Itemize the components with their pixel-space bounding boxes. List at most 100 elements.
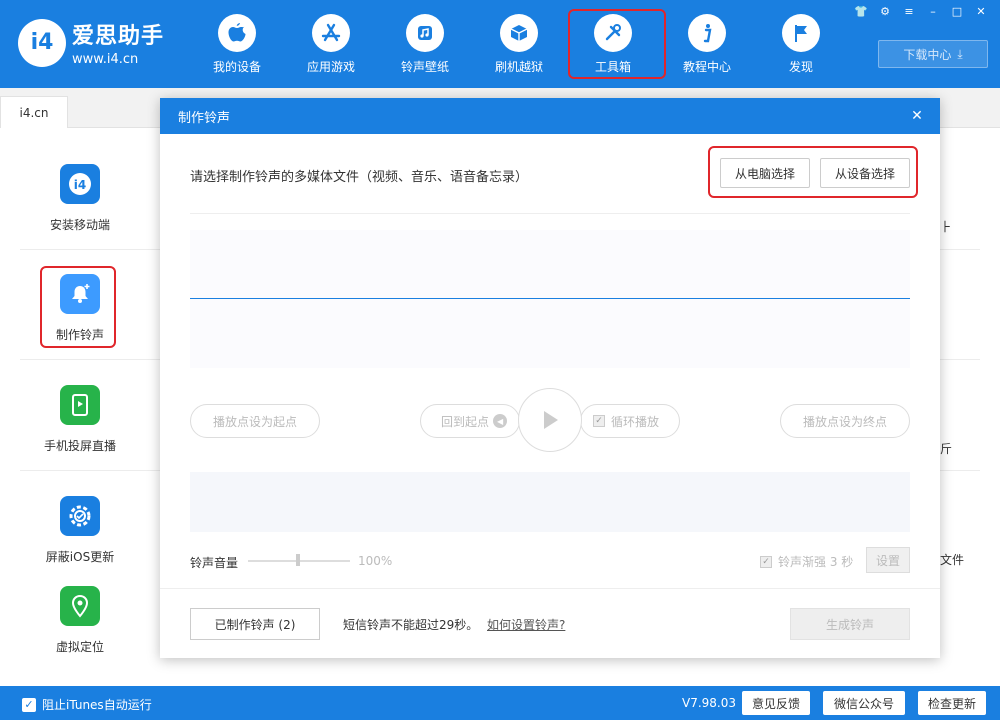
check-update-button[interactable]: 检查更新 (918, 691, 986, 715)
select-media-prompt: 请选择制作铃声的多媒体文件（视频、音乐、语音备忘录） (190, 170, 529, 185)
maximize-icon[interactable]: □ (950, 4, 964, 18)
divider (190, 213, 910, 214)
fade-in-option[interactable]: ✓ 铃声渐强 3 秒 (760, 553, 853, 570)
nav-label: 刷机越狱 (494, 59, 543, 74)
tool-label: 虚拟定位 (55, 640, 104, 654)
fade-in-checkbox[interactable]: ✓ (760, 555, 772, 568)
block-itunes-checkbox[interactable]: ✓ (22, 697, 36, 712)
select-buttons-highlight (708, 146, 918, 198)
make-ringtone-dialog: 制作铃声 ✕ 请选择制作铃声的多媒体文件（视频、音乐、语音备忘录） 从电脑选择 … (160, 98, 940, 658)
main-nav: 我的设备 应用游戏 铃声壁纸 刷机越狱 工具箱 教程中心 发现 (190, 0, 848, 88)
svg-text:i4: i4 (74, 178, 86, 192)
nav-label: 工具箱 (594, 59, 631, 74)
logo-name: 爱思助手 (72, 24, 165, 49)
minimize-icon[interactable]: – (926, 4, 940, 18)
loop-play-toggle[interactable]: ✓ 循环播放 (580, 404, 680, 438)
sms-length-note: 短信铃声不能超过29秒。 (343, 618, 479, 632)
fade-in-label: 铃声渐强 3 秒 (778, 555, 854, 569)
logo-badge: i4 (18, 18, 66, 67)
nav-label: 教程中心 (682, 59, 731, 74)
divider (940, 359, 980, 360)
location-icon (60, 586, 100, 626)
nav-tutorials[interactable]: 教程中心 (660, 0, 754, 88)
divider (20, 470, 160, 471)
download-center-button[interactable]: 下载中心 ⤓ (878, 40, 988, 68)
apple-icon (218, 13, 256, 52)
app-logo: i4 爱思助手 www.i4.cn (18, 18, 164, 67)
how-to-set-ringtone-link[interactable]: 如何设置铃声? (487, 616, 565, 633)
tool-virtual-location[interactable]: 虚拟定位 (0, 586, 160, 655)
wechat-account-button[interactable]: 微信公众号 (823, 691, 905, 715)
dialog-titlebar: 制作铃声 ✕ (160, 98, 940, 134)
nav-label: 应用游戏 (306, 59, 355, 74)
volume-value: 100% (358, 554, 393, 568)
download-icon: ⤓ (957, 46, 963, 61)
set-end-point-label: 播放点设为终点 (802, 414, 887, 429)
gear-icon (60, 496, 100, 536)
app-header: i4 爱思助手 www.i4.cn 我的设备 应用游戏 铃声壁纸 刷机越狱 工具… (0, 0, 1000, 88)
nav-toolbox[interactable]: 工具箱 (566, 0, 666, 88)
tab-i4cn[interactable]: i4.cn (0, 96, 68, 128)
waveform-baseline (190, 298, 910, 299)
block-itunes-option[interactable]: ✓ 阻止iTunes自动运行 (22, 696, 152, 713)
i4-app-icon: i4 (60, 164, 100, 204)
tools-icon (594, 13, 632, 52)
nav-my-device[interactable]: 我的设备 (190, 0, 284, 88)
nav-label: 我的设备 (212, 59, 261, 74)
download-center-label: 下载中心 (903, 47, 952, 62)
volume-slider-knob[interactable] (296, 554, 300, 566)
divider (160, 588, 940, 589)
loop-checkbox[interactable]: ✓ (592, 415, 605, 427)
close-icon[interactable]: ✕ (974, 4, 988, 18)
block-itunes-label: 阻止iTunes自动运行 (42, 698, 152, 712)
feedback-button[interactable]: 意见反馈 (742, 691, 810, 715)
version-label: V7.98.03 (682, 696, 737, 710)
skin-icon[interactable]: 👕 (854, 4, 868, 18)
tool-label: 安装移动端 (49, 218, 110, 232)
peek-text: 文件 (940, 553, 965, 567)
window-controls: 👕 ⚙ ≡ – □ ✕ (854, 4, 988, 18)
divider (940, 249, 980, 250)
nav-discover[interactable]: 发现 (754, 0, 848, 88)
fade-setting-button[interactable]: 设置 (866, 547, 910, 573)
play-button[interactable] (518, 388, 582, 452)
logo-url: www.i4.cn (72, 52, 139, 67)
box-icon (500, 13, 538, 52)
loop-label: 循环播放 (610, 414, 659, 429)
nav-ringtones-wallpapers[interactable]: 铃声壁纸 (378, 0, 472, 88)
nav-flash-jailbreak[interactable]: 刷机越狱 (472, 0, 566, 88)
music-icon (406, 13, 444, 52)
tool-install-mobile[interactable]: i4 安装移动端 (0, 164, 160, 233)
status-bar: ✓ 阻止iTunes自动运行 V7.98.03 意见反馈 微信公众号 检查更新 (0, 686, 1000, 720)
flag-icon (782, 13, 820, 52)
settings-gear-icon[interactable]: ⚙ (878, 4, 892, 18)
ringtone-highlight (40, 266, 116, 348)
nav-label: 发现 (788, 59, 813, 74)
back-to-start-button[interactable]: 回到起点 ◀ (420, 404, 520, 438)
divider (20, 359, 160, 360)
set-end-point-button[interactable]: 播放点设为终点 (780, 404, 910, 438)
rewind-icon: ◀ (493, 414, 508, 428)
volume-label: 铃声音量 (190, 556, 239, 570)
app-store-icon (312, 13, 350, 52)
info-icon (688, 13, 726, 52)
made-ringtones-button[interactable]: 已制作铃声 (2) (190, 608, 320, 640)
screen-cast-icon (60, 385, 100, 425)
dialog-title: 制作铃声 (178, 110, 231, 126)
set-start-point-button[interactable]: 播放点设为起点 (190, 404, 320, 438)
peek-text: 斤 (940, 442, 953, 456)
generate-ringtone-button[interactable]: 生成铃声 (790, 608, 910, 640)
waveform-area[interactable] (190, 230, 910, 368)
tool-label: 屏蔽iOS更新 (45, 550, 115, 564)
tool-label: 手机投屏直播 (43, 439, 116, 453)
dialog-close-icon[interactable]: ✕ (908, 107, 926, 125)
back-to-start-label: 回到起点 (441, 414, 490, 429)
set-start-point-label: 播放点设为起点 (212, 414, 297, 429)
divider (20, 249, 160, 250)
tool-block-ios-update[interactable]: 屏蔽iOS更新 (0, 496, 160, 565)
clip-info-area (190, 472, 910, 532)
menu-icon[interactable]: ≡ (902, 4, 916, 18)
tool-screen-cast[interactable]: 手机投屏直播 (0, 385, 160, 454)
peek-text: ⺊ (940, 220, 953, 234)
nav-apps-games[interactable]: 应用游戏 (284, 0, 378, 88)
